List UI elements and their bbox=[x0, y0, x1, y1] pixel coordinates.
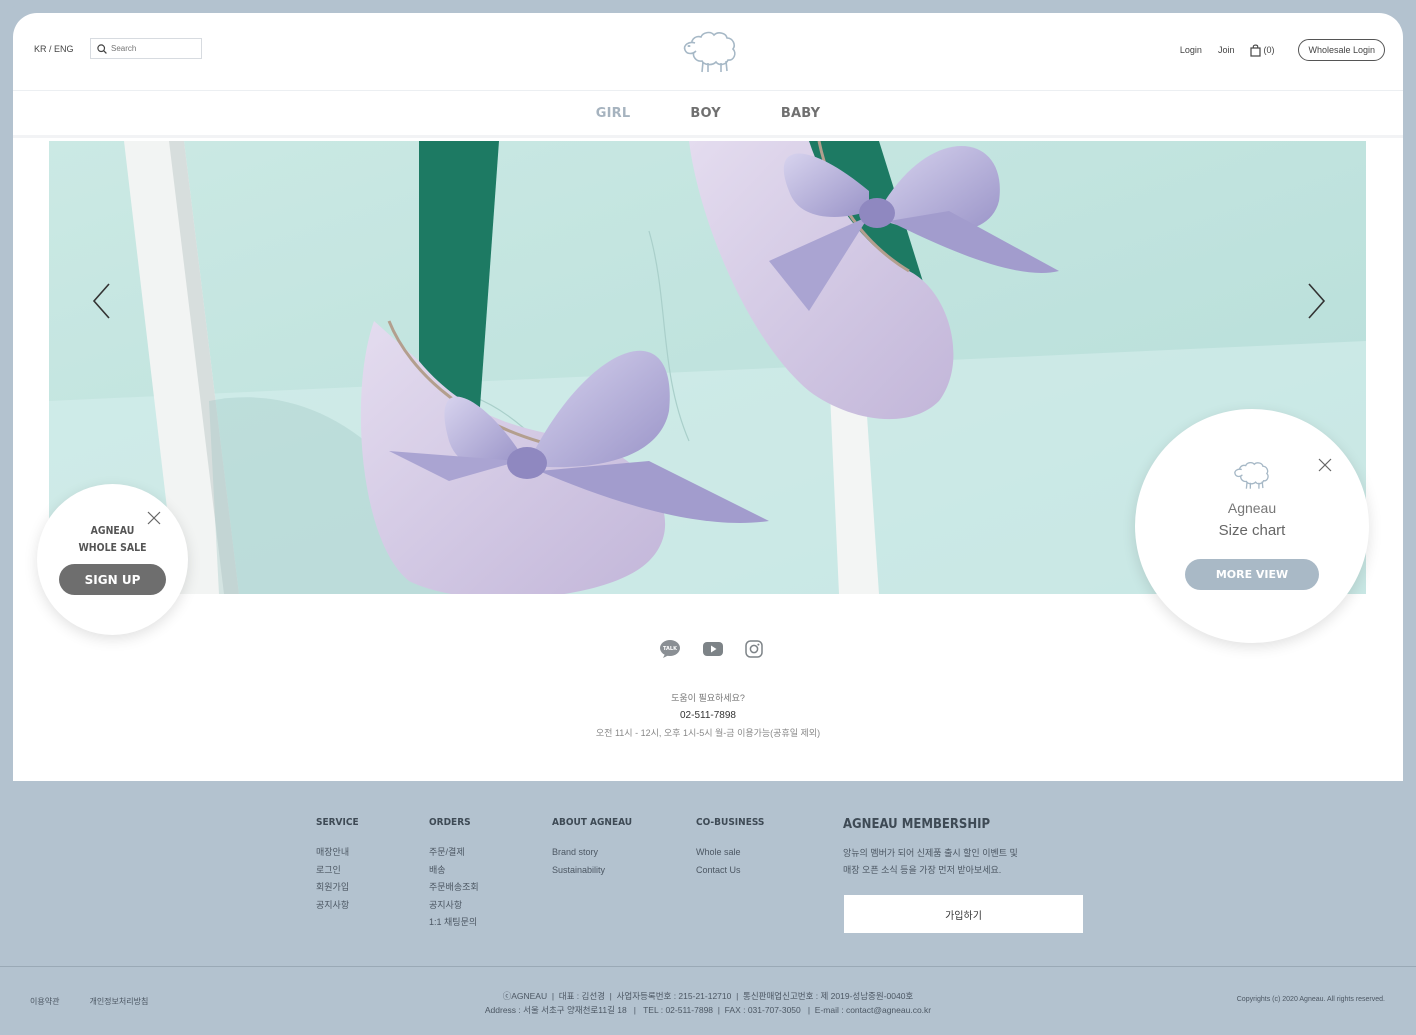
help-phone: 02-511-7898 bbox=[680, 710, 736, 721]
copyright: Copyrights (c) 2020 Agneau. All rights r… bbox=[1236, 996, 1385, 1003]
footer: SERVICE 매장안내 로그인 회원가입 공지사항 ORDERS 주문/결제 … bbox=[0, 781, 1416, 1035]
page: KR / ENG Login Join bbox=[13, 13, 1403, 781]
nav-girl[interactable]: GIRL bbox=[596, 106, 631, 121]
instagram-icon[interactable] bbox=[745, 640, 763, 658]
membership-desc-line1: 앙뉴의 멤버가 되어 신제품 출시 할인 이벤트 및 bbox=[843, 848, 1018, 858]
company-info: ⓒAGNEAU | 대표 : 김선경 | 사업자등록번호 : 215-21-12… bbox=[0, 989, 1416, 1017]
shopping-bag-icon bbox=[1250, 44, 1262, 57]
youtube-icon[interactable] bbox=[703, 641, 723, 657]
membership-section: AGNEAU MEMBERSHIP 앙뉴의 멤버가 되어 신제품 출시 할인 이… bbox=[843, 817, 1083, 933]
nav-baby[interactable]: BABY bbox=[781, 106, 820, 121]
membership-desc: 앙뉴의 멤버가 되어 신제품 출시 할인 이벤트 및 매장 오픈 소식 등을 가… bbox=[843, 845, 1083, 879]
size-chart-popup: Agneau Size chart MORE VIEW bbox=[1135, 409, 1369, 643]
social-links: TALK bbox=[659, 639, 763, 659]
sheep-icon bbox=[1234, 462, 1269, 489]
footer-link[interactable]: Sustainability bbox=[552, 865, 641, 876]
footer-col-title: ORDERS bbox=[429, 817, 471, 828]
footer-divider bbox=[0, 966, 1416, 967]
footer-link[interactable]: 주문/결제 bbox=[429, 847, 479, 858]
footer-col-title: SERVICE bbox=[316, 817, 359, 828]
help-hours: 오전 11시 - 12시, 오후 1시-5시 월-금 이용가능(공휴일 제외) bbox=[595, 728, 821, 738]
language-toggle[interactable]: KR / ENG bbox=[34, 44, 74, 54]
footer-link[interactable]: 배송 bbox=[429, 865, 479, 876]
size-chart-popup-line1: Agneau bbox=[1227, 500, 1277, 516]
login-link[interactable]: Login bbox=[1180, 45, 1202, 55]
footer-link[interactable]: 주문배송조회 bbox=[429, 882, 479, 893]
membership-title: AGNEAU MEMBERSHIP bbox=[843, 817, 991, 832]
sheep-logo-icon[interactable] bbox=[679, 27, 739, 77]
footer-link[interactable]: Contact Us bbox=[696, 865, 772, 876]
main-nav: GIRL BOY BABY bbox=[13, 92, 1403, 138]
footer-link[interactable]: 공지사항 bbox=[316, 900, 363, 911]
footer-col-title: ABOUT AGNEAU bbox=[552, 817, 633, 828]
company-info-line1: ⓒAGNEAU | 대표 : 김선경 | 사업자등록번호 : 215-21-12… bbox=[502, 991, 914, 1001]
close-icon[interactable] bbox=[1317, 457, 1333, 473]
footer-link[interactable]: 매장안내 bbox=[316, 847, 363, 858]
join-link[interactable]: Join bbox=[1218, 45, 1235, 55]
membership-desc-line2: 매장 오픈 소식 등을 가장 먼저 받아보세요. bbox=[843, 865, 1002, 875]
search-icon bbox=[97, 43, 107, 54]
size-chart-popup-line2: Size chart bbox=[1218, 522, 1286, 539]
footer-link[interactable]: 공지사항 bbox=[429, 900, 479, 911]
footer-col-about: ABOUT AGNEAU Brand story Sustainability bbox=[552, 817, 641, 882]
footer-link[interactable]: 1:1 채팅문의 bbox=[429, 917, 479, 928]
footer-link[interactable]: 회원가입 bbox=[316, 882, 363, 893]
search-input[interactable] bbox=[111, 44, 191, 53]
membership-join-button[interactable]: 가입하기 bbox=[844, 895, 1083, 933]
header-right: Login Join (0) Wholesale Login bbox=[1180, 39, 1385, 61]
next-slide-arrow-icon[interactable] bbox=[1299, 281, 1329, 321]
prev-slide-arrow-icon[interactable] bbox=[89, 281, 119, 321]
footer-col-cobusiness: CO-BUSINESS Whole sale Contact Us bbox=[696, 817, 772, 882]
sign-up-button[interactable]: SIGN UP bbox=[59, 564, 166, 595]
help-info: 도움이 필요하세요? 02-511-7898 오전 11시 - 12시, 오후 … bbox=[13, 691, 1403, 739]
footer-col-service: SERVICE 매장안내 로그인 회원가입 공지사항 bbox=[316, 817, 363, 917]
wholesale-popup-line2: WHOLE SALE bbox=[78, 541, 147, 554]
cart-button[interactable]: (0) bbox=[1250, 44, 1274, 57]
nav-boy[interactable]: BOY bbox=[690, 106, 721, 121]
close-icon[interactable] bbox=[146, 510, 162, 526]
more-view-button[interactable]: MORE VIEW bbox=[1185, 559, 1319, 590]
header: KR / ENG Login Join bbox=[13, 13, 1403, 91]
wholesale-popup-title: AGNEAU WHOLE SALE bbox=[48, 522, 176, 556]
browser-frame: KR / ENG Login Join bbox=[0, 0, 1416, 1035]
footer-col-orders: ORDERS 주문/결제 배송 주문배송조회 공지사항 1:1 채팅문의 bbox=[429, 817, 479, 935]
kakao-talk-icon[interactable]: TALK bbox=[659, 639, 681, 659]
search-box[interactable] bbox=[90, 38, 202, 59]
help-question: 도움이 필요하세요? bbox=[671, 693, 745, 703]
footer-link[interactable]: 로그인 bbox=[316, 865, 363, 876]
cart-count: (0) bbox=[1263, 45, 1275, 55]
footer-col-title: CO-BUSINESS bbox=[696, 817, 765, 828]
talk-label: TALK bbox=[663, 646, 678, 652]
company-info-line2: Address : 서울 서초구 양재천로11길 18 | TEL : 02-5… bbox=[484, 1005, 932, 1015]
footer-link[interactable]: Whole sale bbox=[696, 847, 772, 858]
footer-link[interactable]: Brand story bbox=[552, 847, 641, 858]
wholesale-login-button[interactable]: Wholesale Login bbox=[1298, 39, 1385, 61]
wholesale-popup: AGNEAU WHOLE SALE SIGN UP bbox=[37, 484, 188, 635]
